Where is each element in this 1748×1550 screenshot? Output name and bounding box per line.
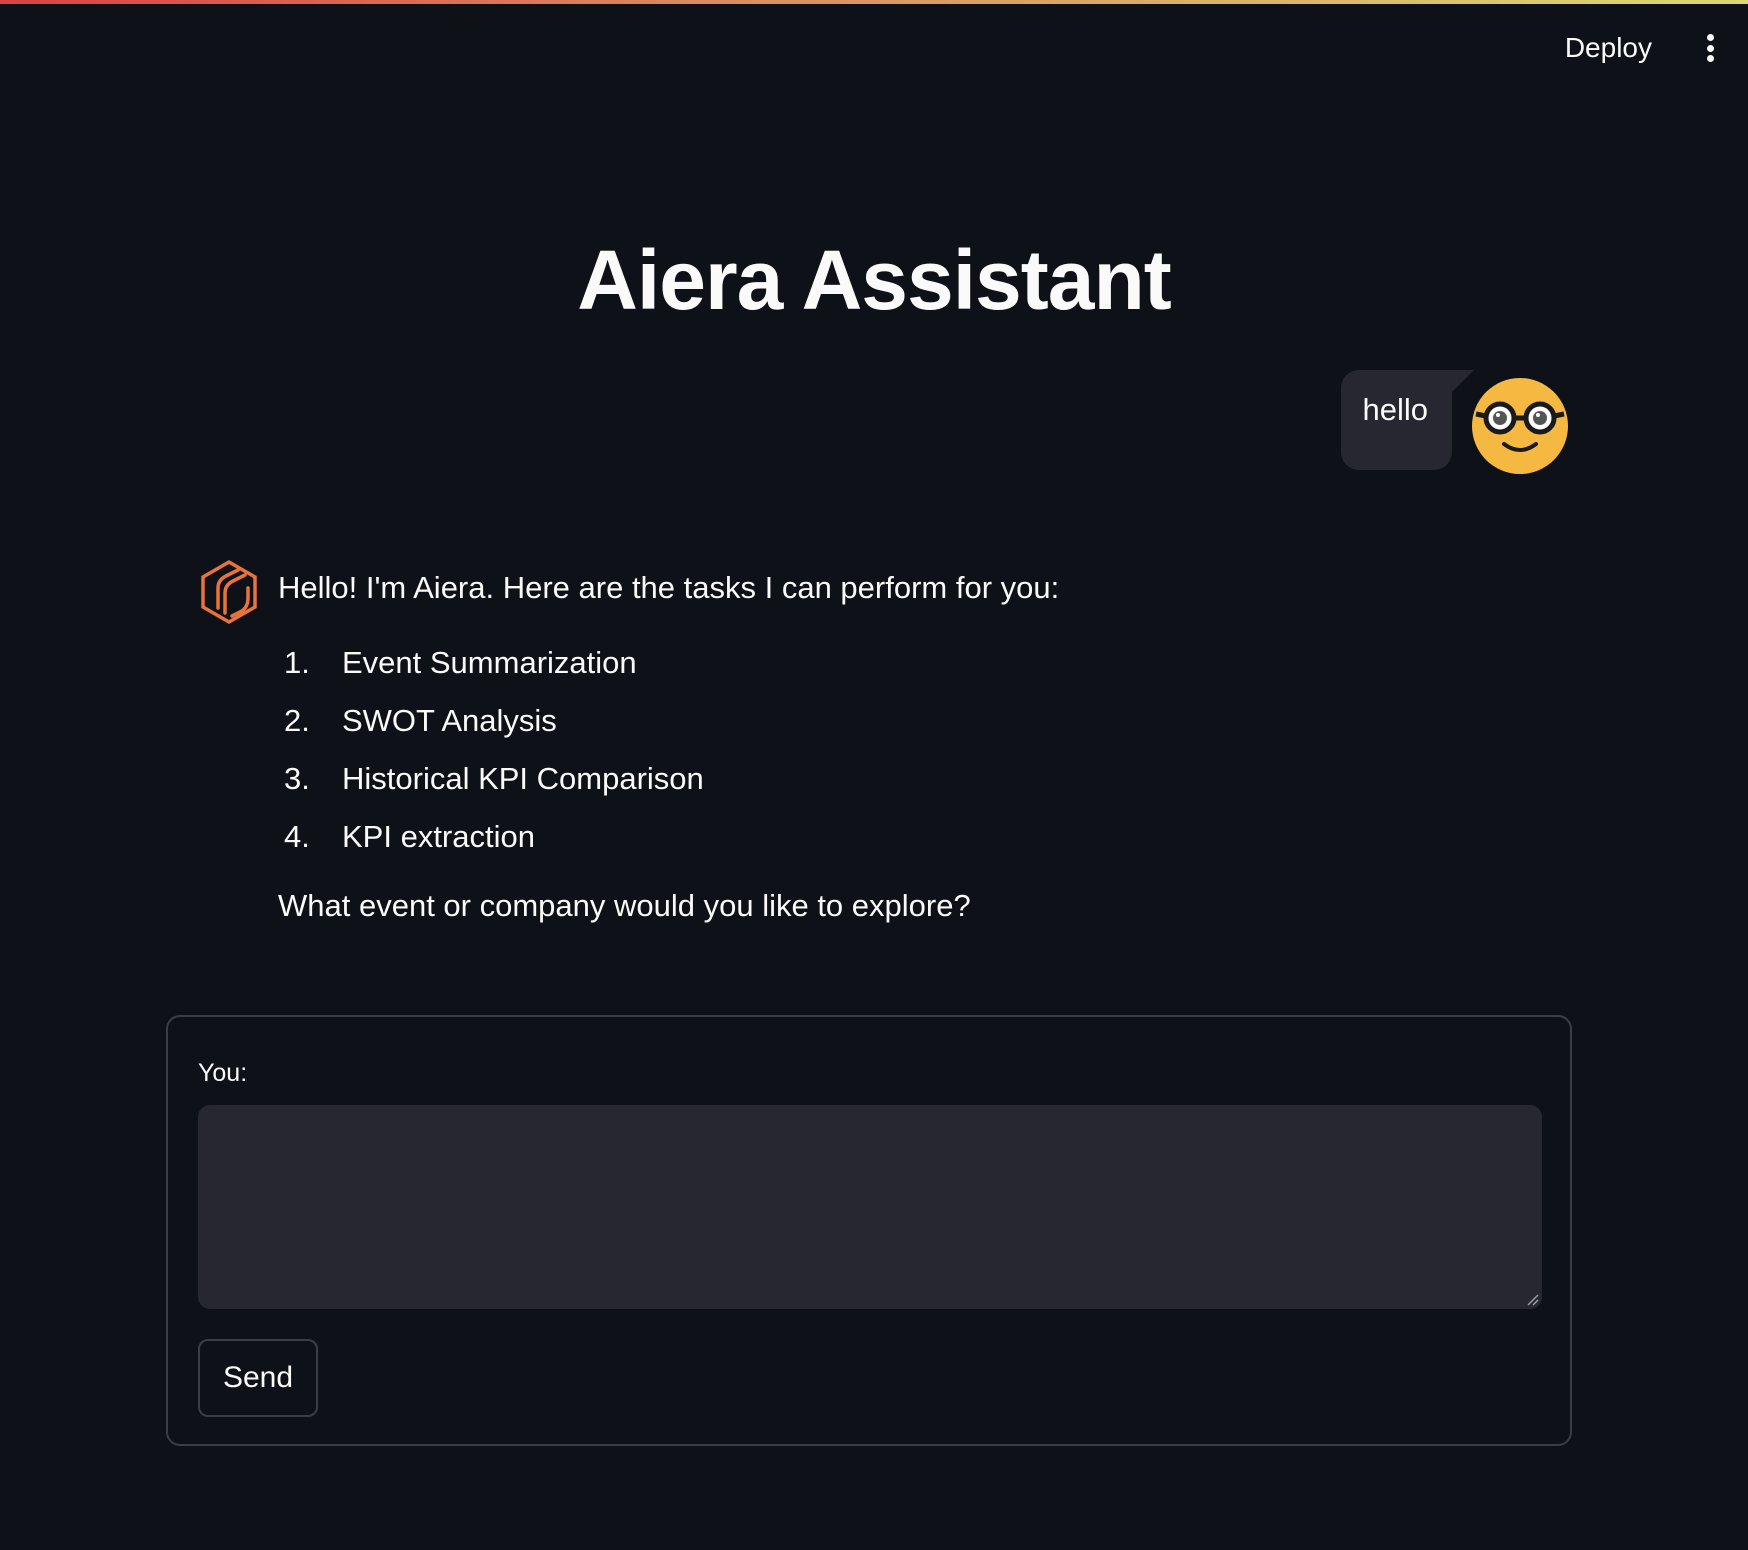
user-message-bubble: hello [1340, 370, 1474, 470]
list-item-label: SWOT Analysis [342, 703, 557, 739]
kebab-menu-icon[interactable] [1700, 30, 1720, 66]
list-item-number: 3. [284, 761, 310, 797]
list-item: 2. SWOT Analysis [278, 692, 1059, 750]
chat-form: You: Send [166, 1015, 1572, 1446]
list-item: 3. Historical KPI Comparison [278, 750, 1059, 808]
message-input[interactable] [198, 1105, 1542, 1309]
list-item-label: Event Summarization [342, 645, 637, 681]
list-item-label: KPI extraction [342, 819, 535, 855]
list-item-label: Historical KPI Comparison [342, 761, 704, 797]
nerd-face-emoji-icon [1472, 378, 1568, 474]
app-root: Deploy Aiera Assistant hello Hello! I'm … [0, 0, 1748, 1550]
user-message: hello [1340, 370, 1568, 474]
list-item-number: 2. [284, 703, 310, 739]
assistant-intro-text: Hello! I'm Aiera. Here are the tasks I c… [278, 570, 1060, 605]
top-gradient-bar [0, 0, 1748, 4]
assistant-message-content: Hello! I'm Aiera. Here are the tasks I c… [278, 558, 1059, 924]
message-input-label: You: [198, 1059, 248, 1087]
send-button[interactable]: Send [198, 1339, 318, 1417]
list-item: 1. Event Summarization [278, 634, 1059, 692]
task-list: 1. Event Summarization 2. SWOT Analysis … [278, 634, 1059, 866]
page-title: Aiera Assistant [577, 233, 1171, 327]
list-item-number: 4. [284, 819, 310, 855]
list-item: 4. KPI extraction [278, 808, 1059, 866]
aiera-logo-icon [198, 558, 260, 626]
resize-grip-icon[interactable] [1524, 1291, 1540, 1307]
header-toolbar: Deploy [1557, 20, 1748, 76]
deploy-button[interactable]: Deploy [1557, 26, 1660, 70]
list-item-number: 1. [284, 645, 310, 681]
assistant-question-text: What event or company would you like to … [278, 888, 971, 924]
